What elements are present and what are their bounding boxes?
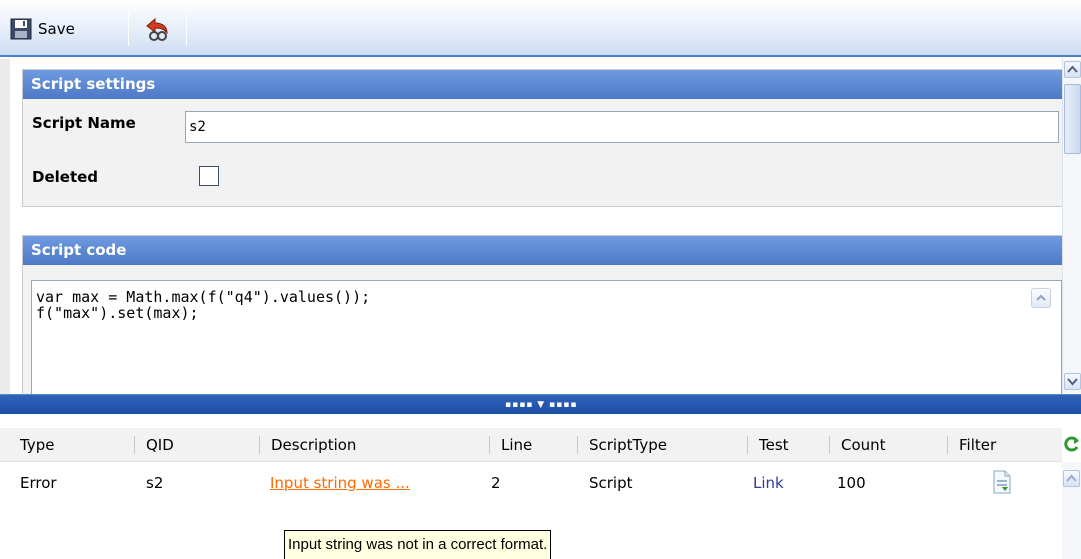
chevron-down-icon [1067,378,1078,386]
column-separator [947,436,948,454]
toolbar-separator [128,12,129,46]
column-separator [747,436,748,454]
script-code-section: Script code var max = Math.max(f("q4").v… [22,235,1068,394]
save-label: Save [38,20,75,38]
undo-arrows-icon [146,17,168,41]
column-header-description[interactable]: Description [261,428,356,462]
script-name-input[interactable]: s2 [185,111,1059,143]
script-name-row: Script Name [32,114,136,132]
grid-header: Type QID Description Line ScriptType Tes… [0,428,1062,462]
splitter-grip-icon[interactable]: ▪▪▪▪ ▼ ▪▪▪▪ [505,400,577,410]
script-settings-section: Script settings Script Name s2 Deleted [22,69,1068,207]
chevron-up-icon [1067,65,1078,73]
grid-scroll-up-button[interactable] [1063,470,1080,487]
results-grid: Type QID Description Line ScriptType Tes… [0,414,1081,559]
column-header-scripttype[interactable]: ScriptType [579,428,667,462]
toolbar-separator [186,12,187,46]
main-panel: Script settings Script Name s2 Deleted S… [0,59,1081,394]
test-link[interactable]: Link [743,462,784,504]
grid-scrollbar[interactable] [1062,462,1081,559]
script-name-label: Script Name [32,114,136,132]
scroll-down-button[interactable] [1064,373,1081,390]
column-header-count[interactable]: Count [831,428,886,462]
column-separator [489,436,490,454]
scroll-up-button[interactable] [1064,61,1081,78]
filter-button[interactable] [982,470,1012,496]
column-separator [259,436,260,454]
deleted-row: Deleted [32,168,98,186]
column-header-type[interactable]: Type [10,428,54,462]
cell-count: 100 [837,474,866,492]
save-button[interactable]: Save [6,12,126,46]
chevron-up-icon [1036,294,1046,301]
column-separator [134,436,135,454]
cell-line: 2 [491,474,501,492]
column-separator [829,436,830,454]
floppy-disk-icon [10,18,32,40]
column-separator [577,436,578,454]
section-header: Script settings [23,70,1067,99]
column-header-line[interactable]: Line [491,428,532,462]
column-header-qid[interactable]: QID [136,428,174,462]
cell-type: Error [20,474,57,492]
scroll-thumb[interactable] [1064,84,1081,154]
column-header-filter[interactable]: Filter [949,428,996,462]
cell-scripttype: Script [589,474,633,492]
error-tooltip: Input string was not in a correct format… [284,530,552,559]
deleted-checkbox[interactable] [199,166,219,186]
undo-button[interactable] [138,12,176,46]
script-code-editor[interactable]: var max = Math.max(f("q4").values()); f(… [31,280,1062,394]
table-row[interactable]: Error s2 Input string was ... 2 Script L… [0,462,1062,504]
deleted-label: Deleted [32,168,99,186]
section-header: Script code [23,236,1067,265]
editor-scroll-up-button[interactable] [1031,288,1051,308]
chevron-up-icon [1066,474,1077,482]
refresh-icon [1064,436,1079,452]
error-description-link[interactable]: Input string was ... [260,462,410,504]
main-scrollbar[interactable] [1062,59,1081,394]
cell-qid: s2 [146,474,164,492]
filter-document-icon [993,470,1011,494]
column-header-test[interactable]: Test [749,428,789,462]
panel-splitter[interactable]: ▪▪▪▪ ▼ ▪▪▪▪ [0,394,1081,414]
toolbar: Save [0,0,1081,57]
refresh-button[interactable] [1062,432,1081,456]
